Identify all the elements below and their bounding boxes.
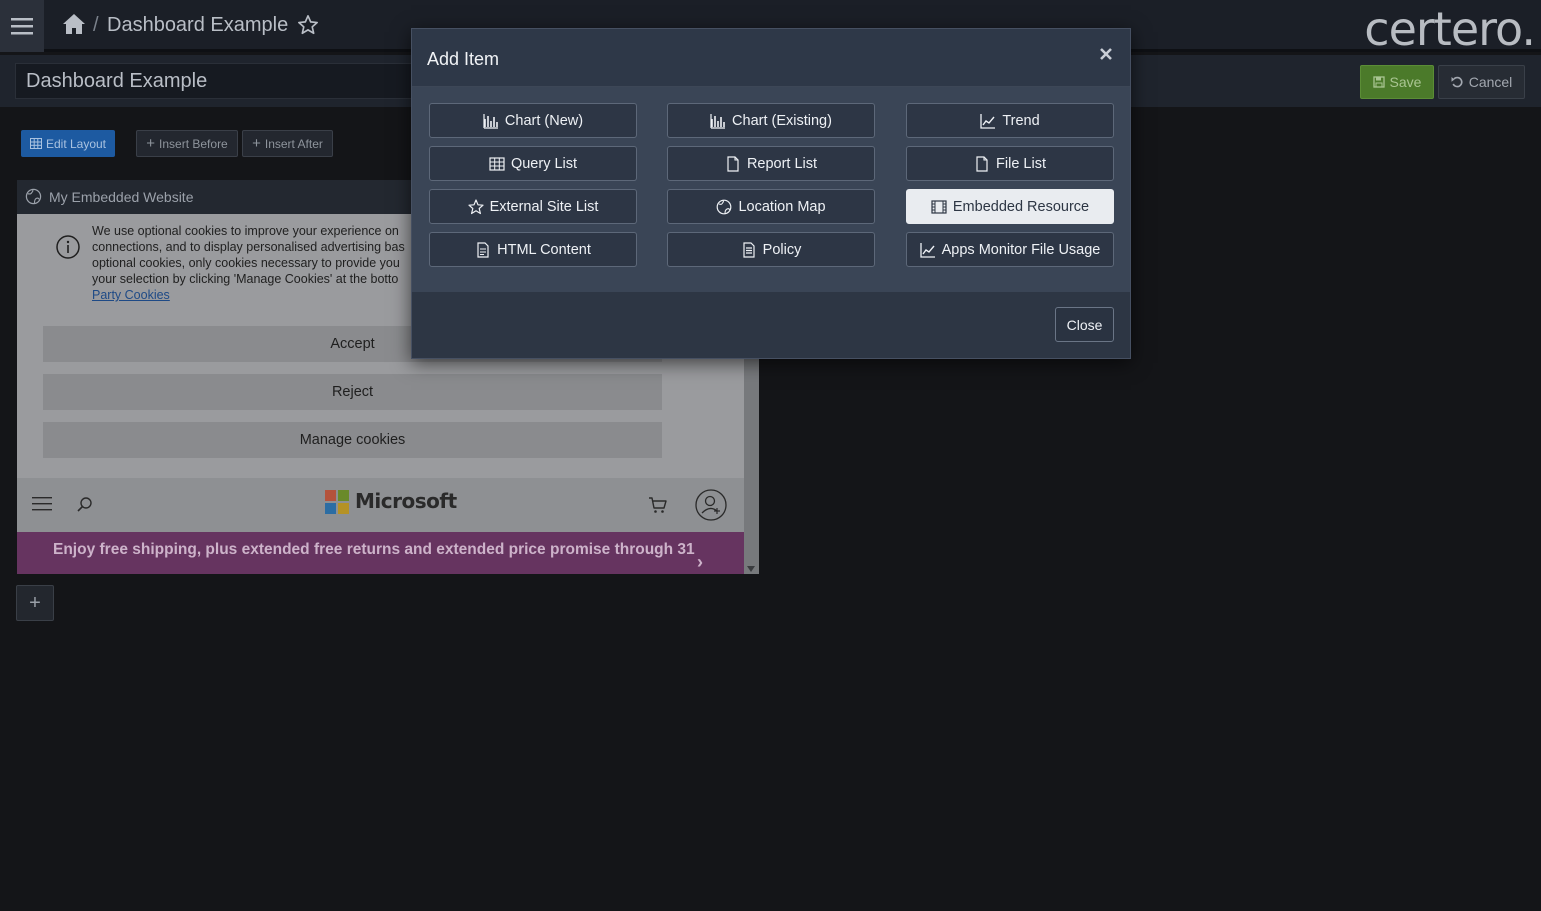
home-icon[interactable] <box>62 13 86 35</box>
manage-cookies-button[interactable]: Manage cookies <box>43 422 662 458</box>
globe-icon <box>717 199 732 214</box>
trend-icon <box>919 242 935 258</box>
add-item-option-label: Embedded Resource <box>952 198 1090 215</box>
add-item-option-label: HTML Content <box>497 241 591 258</box>
add-item-option-label: External Site List <box>489 198 599 215</box>
cancel-button[interactable]: Cancel <box>1438 65 1525 99</box>
chart-icon <box>483 113 498 129</box>
add-item-option-label: Query List <box>510 155 578 172</box>
add-item-option-button[interactable]: File List <box>906 146 1114 181</box>
insert-after-label: Insert After <box>264 136 323 151</box>
favorite-star-icon[interactable] <box>297 14 319 36</box>
table-icon <box>29 138 42 149</box>
undo-icon <box>1451 76 1463 87</box>
cancel-label: Cancel <box>1468 74 1513 90</box>
promo-text: Enjoy free shipping, plus extended free … <box>53 541 695 558</box>
dashboard-title-input[interactable] <box>15 63 425 99</box>
add-item-option-button[interactable]: Report List <box>667 146 875 181</box>
cart-icon[interactable] <box>648 495 668 515</box>
add-item-option-button[interactable]: Query List <box>429 146 637 181</box>
add-row-button[interactable]: + <box>16 585 54 621</box>
close-icon[interactable] <box>1098 46 1114 62</box>
add-item-option-button[interactable]: Embedded Resource <box>906 189 1114 224</box>
add-item-option-label: Trend <box>1002 112 1040 129</box>
promo-banner[interactable]: Enjoy free shipping, plus extended free … <box>17 532 744 574</box>
breadcrumb-title: Dashboard Example <box>107 14 289 36</box>
add-item-option-button[interactable]: Policy <box>667 232 875 267</box>
menu-toggle-button[interactable] <box>0 0 44 52</box>
insert-before-label: Insert Before <box>159 136 228 151</box>
add-item-option-button[interactable]: Location Map <box>667 189 875 224</box>
widget-title: My Embedded Website <box>49 189 194 205</box>
reject-cookies-button[interactable]: Reject <box>43 374 662 410</box>
breadcrumb-separator: / <box>93 14 99 36</box>
insert-before-button[interactable]: + Insert Before <box>136 130 238 157</box>
add-item-option-button[interactable]: Trend <box>906 103 1114 138</box>
microsoft-header: Microsoft <box>17 478 744 532</box>
add-item-option-button[interactable]: Chart (New) <box>429 103 637 138</box>
hamburger-icon[interactable] <box>32 496 54 512</box>
add-item-option-label: Policy <box>762 241 802 258</box>
policy-icon <box>743 241 755 258</box>
save-button[interactable]: Save <box>1360 65 1434 99</box>
edit-layout-button[interactable]: Edit Layout <box>21 130 115 157</box>
add-item-option-button[interactable]: Apps Monitor File Usage <box>906 232 1114 267</box>
table-icon <box>489 156 505 171</box>
account-icon[interactable] <box>695 489 727 521</box>
hamburger-icon <box>11 18 33 35</box>
edit-layout-label: Edit Layout <box>45 136 107 151</box>
globe-icon <box>25 188 42 205</box>
trend-icon <box>980 113 996 129</box>
add-item-option-button[interactable]: Chart (Existing) <box>667 103 875 138</box>
chart-icon <box>710 113 726 129</box>
modal-footer: Close <box>412 292 1130 358</box>
add-item-option-label: Location Map <box>738 198 826 215</box>
add-item-option-label: Chart (New) <box>504 112 584 129</box>
star-icon <box>467 198 484 214</box>
add-item-modal: Add Item Chart (New) Chart (Existing) Tren… <box>411 28 1131 359</box>
add-item-option-label: Report List <box>746 155 818 172</box>
microsoft-brand-text[interactable]: Microsoft <box>355 489 457 513</box>
film-icon <box>931 199 947 214</box>
save-label: Save <box>1389 74 1422 90</box>
close-button[interactable]: Close <box>1055 307 1114 342</box>
scroll-down-arrow-icon[interactable] <box>747 566 755 572</box>
file-text-icon <box>477 241 489 258</box>
file-icon <box>976 155 988 172</box>
save-icon <box>1372 76 1385 88</box>
microsoft-logo-icon[interactable] <box>325 490 349 514</box>
plus-icon: + <box>252 135 261 152</box>
insert-after-button[interactable]: + Insert After <box>242 130 333 157</box>
chevron-right-icon[interactable]: › <box>697 552 703 573</box>
modal-body: Chart (New) Chart (Existing) Trend Query Li… <box>412 87 1130 292</box>
file-icon <box>727 155 739 172</box>
search-icon[interactable] <box>75 495 95 515</box>
add-item-option-label: Chart (Existing) <box>732 112 832 129</box>
plus-icon: + <box>146 135 156 152</box>
add-item-option-label: File List <box>996 155 1046 172</box>
brand-logo: certero. <box>1364 2 1536 56</box>
modal-title: Add Item <box>427 49 500 69</box>
modal-header: Add Item <box>412 29 1130 87</box>
add-item-option-button[interactable]: HTML Content <box>429 232 637 267</box>
info-icon <box>56 235 80 259</box>
add-item-option-label: Apps Monitor File Usage <box>941 241 1101 258</box>
add-item-option-button[interactable]: External Site List <box>429 189 637 224</box>
